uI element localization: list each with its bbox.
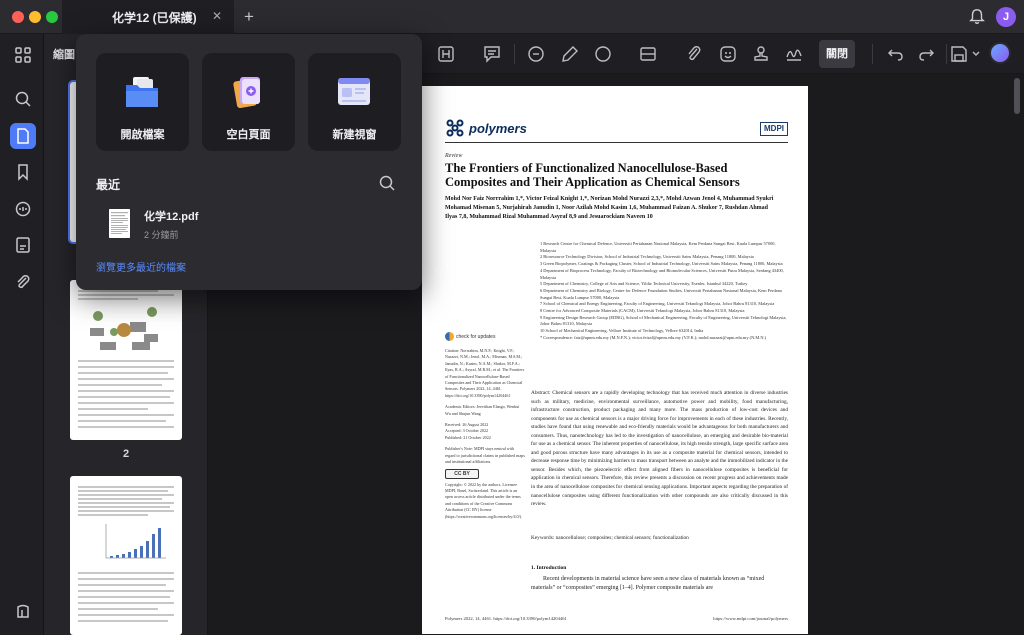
open-file-popup: 開啟檔案 空白頁面 新建視窗 最近 化学12.pdf 2 分鐘前 瀏覽更多最近的… bbox=[76, 34, 422, 290]
comment-icon[interactable] bbox=[10, 196, 36, 222]
scrollbar-thumb[interactable] bbox=[1014, 78, 1020, 114]
chevron-down-icon[interactable] bbox=[970, 44, 982, 64]
introduction-text: Recent developments in material science … bbox=[531, 576, 765, 592]
affiliation-line: 5 Department of Chemistry, College of Ar… bbox=[540, 281, 748, 287]
signature-icon[interactable] bbox=[784, 44, 804, 64]
minimize-window-button[interactable] bbox=[29, 11, 41, 23]
new-tab-button[interactable]: + bbox=[240, 8, 258, 26]
redo-icon[interactable] bbox=[916, 44, 936, 64]
left-tool-rail bbox=[0, 34, 44, 635]
folder-icon bbox=[126, 77, 158, 107]
recent-file-name: 化学12.pdf bbox=[144, 211, 199, 223]
close-mode-button[interactable]: 關閉 bbox=[819, 40, 855, 68]
undo-icon[interactable] bbox=[886, 44, 906, 64]
save-icon[interactable] bbox=[949, 44, 969, 64]
recent-file-item[interactable]: 化学12.pdf 2 分鐘前 bbox=[96, 206, 406, 244]
title-bar: 化学12 (已保護) ✕ + J bbox=[0, 0, 1024, 34]
page-footer: Polymers 2022, 14, 4461. https://doi.org… bbox=[445, 616, 788, 621]
cc-license-badge: CC BY bbox=[445, 468, 479, 479]
affiliation-line: * Correspondence: faiz@upnm.edu.my (M.N.… bbox=[540, 334, 767, 340]
recent-file-time: 2 分鐘前 bbox=[144, 230, 179, 240]
published-date: Published: 21 October 2022 bbox=[445, 434, 491, 440]
layers-icon[interactable] bbox=[10, 598, 36, 624]
page-number-label: 2 bbox=[122, 448, 130, 460]
academic-editors: Academic Editors: Jeevithan Elango, Wenh… bbox=[445, 404, 520, 416]
search-icon[interactable] bbox=[10, 86, 36, 112]
thumbnail-panel-title: 縮圖 bbox=[53, 49, 75, 61]
pdf-page: polymers MDPI Review The Frontiers of Fu… bbox=[422, 86, 808, 634]
affiliation-line: 3 Green Biopolymer, Coatings & Packaging… bbox=[540, 261, 783, 267]
affiliation-line: 10 School of Mechanical Engineering, Vel… bbox=[540, 328, 704, 334]
attachment-icon[interactable] bbox=[684, 44, 704, 64]
new-window-button[interactable]: 新建視窗 bbox=[308, 53, 401, 151]
note-icon[interactable] bbox=[482, 44, 502, 64]
author-list: Mohd Nor Faiz Norrrahim 1,*, Victor Feiz… bbox=[445, 196, 774, 220]
publisher-note: Publisher's Note: MDPI stays neutral wit… bbox=[445, 446, 525, 465]
affiliation-line: 7 School of Chemical and Energy Engineer… bbox=[540, 301, 775, 307]
pdf-file-thumbnail bbox=[109, 209, 130, 238]
new-window-label: 新建視窗 bbox=[332, 129, 377, 141]
highlighter-icon[interactable] bbox=[560, 44, 580, 64]
sticker-icon[interactable] bbox=[718, 44, 738, 64]
journal-name: polymers bbox=[469, 120, 527, 136]
section-heading: 1. Introduction bbox=[531, 565, 567, 571]
page-thumbnail-2[interactable] bbox=[70, 280, 182, 440]
journal-logo: polymers bbox=[445, 118, 527, 138]
check-updates-badge[interactable]: check for updates bbox=[445, 332, 505, 341]
tab-title: 化学12 (已保護) bbox=[112, 10, 197, 25]
affiliation-line: 1 Research Centre for Chemical Defence, … bbox=[540, 241, 776, 253]
bookmark-icon[interactable] bbox=[10, 159, 36, 185]
shape-icon[interactable] bbox=[593, 44, 613, 64]
tab-close-icon[interactable]: ✕ bbox=[210, 9, 224, 23]
notification-bell-icon[interactable] bbox=[968, 8, 986, 26]
footer-url[interactable]: https://www.mdpi.com/journal/polymers bbox=[713, 616, 788, 621]
attachment-icon[interactable] bbox=[10, 269, 36, 295]
ai-assistant-icon[interactable] bbox=[989, 42, 1011, 64]
article-type: Review bbox=[445, 153, 463, 159]
search-icon[interactable] bbox=[378, 174, 396, 192]
open-file-button[interactable]: 開啟檔案 bbox=[96, 53, 189, 151]
new-window-icon bbox=[338, 78, 370, 105]
affiliations: 1 Research Centre for Chemical Defence, … bbox=[540, 241, 790, 342]
comment-icon[interactable] bbox=[526, 44, 546, 64]
page-thumbnail-3[interactable] bbox=[70, 476, 182, 635]
article-title: The Frontiers of Functionalized Nanocell… bbox=[445, 161, 740, 189]
article-sidebar: Citation: Norrrahim, M.N.F.; Knight, V.F… bbox=[445, 348, 525, 520]
affiliation-line: 6 Department of Chemistry and Biology, C… bbox=[540, 287, 782, 300]
measure-icon[interactable] bbox=[638, 44, 658, 64]
copyright-text: Copyright: © 2022 by the authors. Licens… bbox=[445, 481, 523, 519]
maximize-window-button[interactable] bbox=[46, 11, 58, 23]
affiliation-line: 8 Centre for Advanced Composite Material… bbox=[540, 308, 745, 314]
recent-files-heading: 最近 bbox=[96, 178, 121, 192]
affiliation-line: 2 Bioresource Technology Division, Schoo… bbox=[540, 254, 754, 260]
check-updates-icon bbox=[445, 332, 454, 341]
page-icon[interactable] bbox=[10, 123, 36, 149]
open-file-label: 開啟檔案 bbox=[120, 129, 165, 141]
header-rule bbox=[445, 142, 788, 143]
affiliation-line: 9 Engineering Design Research Group (EDR… bbox=[540, 314, 787, 327]
blank-page-icon bbox=[233, 77, 260, 109]
abstract: Abstract: Chemical sensors are a rapidly… bbox=[531, 390, 788, 508]
publisher-logo: MDPI bbox=[760, 122, 788, 136]
polymers-logo-icon bbox=[446, 119, 464, 137]
blank-page-label: 空白頁面 bbox=[226, 129, 271, 141]
form-icon[interactable] bbox=[10, 232, 36, 258]
keywords: Keywords: nanocellulose; composites; che… bbox=[531, 535, 689, 541]
close-window-button[interactable] bbox=[12, 11, 24, 23]
vertical-scrollbar[interactable] bbox=[1011, 74, 1024, 635]
affiliation-line: 4 Department of Bioprocess Technology, F… bbox=[540, 267, 784, 280]
blank-page-button[interactable]: 空白頁面 bbox=[202, 53, 295, 151]
stamp-icon[interactable] bbox=[751, 44, 771, 64]
user-avatar[interactable]: J bbox=[996, 7, 1016, 27]
check-updates-label: check for updates bbox=[456, 333, 496, 340]
document-tab[interactable]: 化学12 (已保護) ✕ bbox=[62, 0, 234, 34]
textbox-icon[interactable] bbox=[436, 44, 456, 64]
grid-icon[interactable] bbox=[10, 42, 36, 68]
footer-citation: Polymers 2022, 14, 4461. https://doi.org… bbox=[445, 616, 567, 621]
citation-text: Citation: Norrrahim, M.N.F.; Knight, V.F… bbox=[445, 348, 525, 398]
browse-more-recent-link[interactable]: 瀏覽更多最近的檔案 bbox=[96, 259, 186, 274]
